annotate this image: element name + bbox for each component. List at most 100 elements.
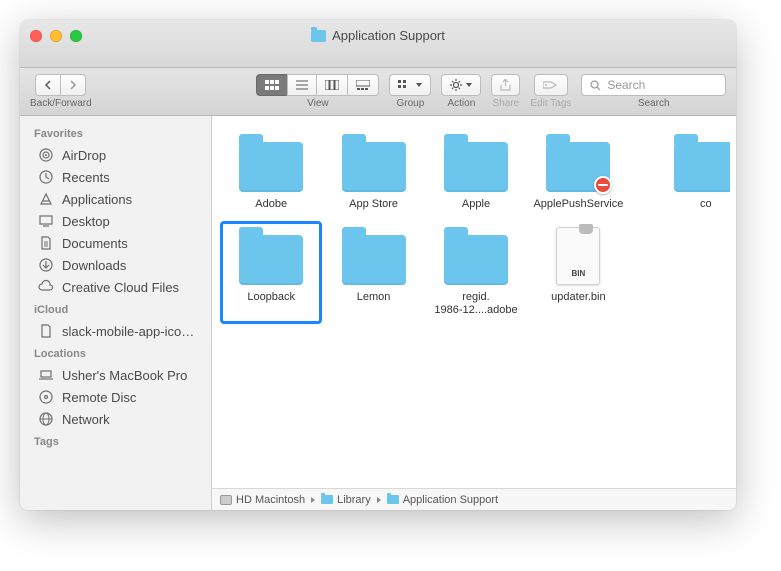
finder-window: Application Support Back/Forward [20, 20, 736, 510]
folder-icon [239, 235, 303, 285]
sidebar-item-desktop[interactable]: Desktop [20, 210, 211, 232]
view-group: View [256, 74, 379, 109]
file-grid[interactable]: Adobe App Store Apple ApplePushService c… [212, 116, 736, 488]
laptop-icon [38, 367, 54, 383]
sidebar-item-network[interactable]: Network [20, 408, 211, 430]
cloud-icon [38, 279, 54, 295]
downloads-icon [38, 257, 54, 273]
edit-tags-button[interactable] [534, 74, 568, 96]
pathbar: HD Macintosh Library Application Support [212, 488, 736, 510]
folder-partial[interactable]: co [632, 130, 730, 215]
share-section: Share [491, 74, 520, 109]
forward-button[interactable] [60, 74, 86, 96]
group-section: Group [389, 74, 431, 109]
folder-regid[interactable]: regid. 1986-12....adobe [427, 223, 525, 321]
file-name: App Store [349, 198, 398, 211]
airdrop-icon [38, 147, 54, 163]
file-icon [38, 323, 54, 339]
file-name: Adobe [255, 198, 287, 211]
action-section: Action [441, 74, 481, 109]
file-updater-bin[interactable]: updater.bin [529, 223, 627, 321]
folder-lemon[interactable]: Lemon [324, 223, 422, 321]
path-crumb-hd[interactable]: HD Macintosh [220, 494, 305, 506]
sidebar-item-creative-cloud[interactable]: Creative Cloud Files [20, 276, 211, 298]
icon-view-button[interactable] [256, 74, 287, 96]
sidebar-item-label: AirDrop [62, 148, 106, 163]
folder-icon [342, 235, 406, 285]
tags-section: Edit Tags [530, 74, 571, 109]
search-icon [590, 80, 601, 91]
disc-icon [38, 389, 54, 405]
sidebar-icloud-header: iCloud [20, 298, 211, 320]
traffic-lights [30, 30, 82, 42]
column-view-button[interactable] [316, 74, 347, 96]
crumb-label: Application Support [403, 494, 498, 506]
group-button[interactable] [389, 74, 431, 96]
sidebar-item-applications[interactable]: Applications [20, 188, 211, 210]
sidebar-item-icloud-file[interactable]: slack-mobile-app-icon... [20, 320, 211, 342]
applications-icon [38, 191, 54, 207]
search-input[interactable]: Search [581, 74, 726, 96]
file-name: Apple [462, 198, 490, 211]
folder-icon [342, 142, 406, 192]
folder-loopback[interactable]: Loopback [222, 223, 320, 321]
close-button[interactable] [30, 30, 42, 42]
toolbar: Back/Forward View [20, 68, 736, 116]
globe-icon [38, 411, 54, 427]
sidebar-item-label: Remote Disc [62, 390, 136, 405]
sidebar-favorites-header: Favorites [20, 122, 211, 144]
window-title-area: Application Support [20, 28, 736, 43]
zoom-button[interactable] [70, 30, 82, 42]
back-button[interactable] [35, 74, 60, 96]
folder-apple-push-service[interactable]: ApplePushService [529, 130, 627, 215]
clock-icon [38, 169, 54, 185]
list-view-button[interactable] [287, 74, 316, 96]
folder-icon [239, 142, 303, 192]
sidebar-item-label: Downloads [62, 258, 126, 273]
sidebar-item-remote-disc[interactable]: Remote Disc [20, 386, 211, 408]
sidebar-item-label: Creative Cloud Files [62, 280, 179, 295]
file-name: Loopback [247, 291, 295, 304]
folder-apple[interactable]: Apple [427, 130, 525, 215]
path-crumb-current[interactable]: Application Support [387, 494, 498, 506]
sidebar-item-airdrop[interactable]: AirDrop [20, 144, 211, 166]
folder-icon [546, 142, 610, 192]
file-name: ApplePushService [533, 198, 623, 211]
desktop-icon [38, 213, 54, 229]
gallery-icon [356, 80, 370, 90]
share-button[interactable] [491, 74, 520, 96]
gallery-view-button[interactable] [347, 74, 379, 96]
tag-icon [543, 80, 559, 90]
crumb-label: HD Macintosh [236, 494, 305, 506]
folder-adobe[interactable]: Adobe [222, 130, 320, 215]
path-crumb-library[interactable]: Library [321, 494, 371, 506]
sidebar-item-downloads[interactable]: Downloads [20, 254, 211, 276]
chevron-right-icon [377, 497, 381, 503]
folder-icon [311, 30, 326, 42]
titlebar[interactable]: Application Support [20, 20, 736, 68]
sidebar-item-macbook[interactable]: Usher's MacBook Pro [20, 364, 211, 386]
crumb-label: Library [337, 494, 371, 506]
search-label: Search [638, 98, 670, 109]
folder-icon [444, 142, 508, 192]
sidebar-item-documents[interactable]: Documents [20, 232, 211, 254]
window-title: Application Support [332, 28, 445, 43]
share-label: Share [493, 98, 520, 109]
chevron-right-icon [69, 80, 77, 90]
body-area: Favorites AirDrop Recents Applications D… [20, 116, 736, 510]
action-button[interactable] [441, 74, 481, 96]
search-placeholder: Search [607, 78, 645, 92]
sidebar-item-recents[interactable]: Recents [20, 166, 211, 188]
sidebar-locations-header: Locations [20, 342, 211, 364]
sidebar: Favorites AirDrop Recents Applications D… [20, 116, 212, 510]
share-icon [500, 79, 511, 91]
columns-icon [325, 80, 339, 90]
sidebar-item-label: Network [62, 412, 110, 427]
file-name: regid. 1986-12....adobe [434, 291, 517, 317]
minimize-button[interactable] [50, 30, 62, 42]
group-label: Group [396, 98, 424, 109]
hd-icon [220, 495, 232, 505]
folder-app-store[interactable]: App Store [324, 130, 422, 215]
sidebar-item-label: Applications [62, 192, 132, 207]
grid-small-icon [398, 80, 412, 90]
